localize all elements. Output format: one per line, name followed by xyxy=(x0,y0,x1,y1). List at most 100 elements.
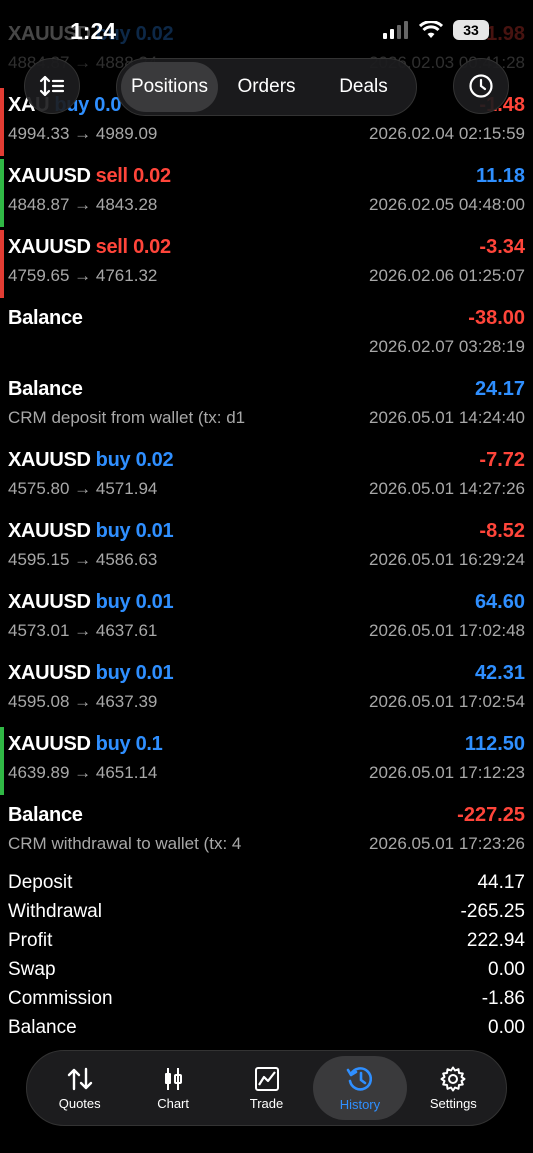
summary-label: Balance xyxy=(8,1017,77,1038)
tab-quotes-label: Quotes xyxy=(58,1095,101,1111)
history-summary: Deposit 44.17 Withdrawal -265.25 Profit 222.9… xyxy=(0,870,533,1044)
row-title: XAUUSD buy 0.01 xyxy=(8,662,174,685)
tab-history[interactable]: History xyxy=(313,1056,407,1120)
balance-row[interactable]: Balance -227.25 CRM withdrawal to wallet (… xyxy=(0,796,533,867)
trade-icon xyxy=(254,1066,279,1091)
row-detail: 4848.87 → 4843.28 xyxy=(8,195,158,214)
history-tabs: Positions Orders Deals xyxy=(116,58,417,116)
trade-row[interactable]: XAUUSD buy 0.1 112.50 4639.89 → 4651.14 2026… xyxy=(0,725,533,796)
row-side: buy 0.01 xyxy=(95,591,174,613)
row-symbol: XAUUSD xyxy=(8,449,91,471)
row-symbol: XAUUSD xyxy=(8,165,91,187)
row-symbol: XAUUSD xyxy=(8,236,91,258)
row-title: XAUUSD buy 0.02 xyxy=(8,449,174,472)
row-symbol: Balance xyxy=(8,307,83,329)
row-time: 2026.02.07 03:28:19 xyxy=(369,337,525,356)
row-detail: 4595.15 → 4586.63 xyxy=(8,550,158,569)
tab-orders[interactable]: Orders xyxy=(218,62,315,112)
summary-value: -1.86 xyxy=(481,988,525,1009)
red-result-bar xyxy=(0,230,4,298)
row-title: XAUUSD buy 0.1 xyxy=(8,733,163,756)
settings-icon xyxy=(440,1066,466,1091)
row-side: buy 0.01 xyxy=(95,662,174,684)
row-time: 2026.02.05 04:48:00 xyxy=(369,195,525,214)
row-value: -7.72 xyxy=(479,449,525,471)
history-top-bar: Positions Orders Deals xyxy=(0,56,533,120)
row-time: 2026.02.04 02:15:59 xyxy=(369,124,525,143)
row-detail: 4573.01 → 4637.61 xyxy=(8,621,158,640)
row-title: Balance xyxy=(8,307,83,330)
summary-row: Balance 0.00 xyxy=(0,1015,533,1044)
summary-value: 0.00 xyxy=(488,1017,525,1038)
row-detail: CRM deposit from wallet (tx: d1 xyxy=(8,408,246,427)
row-value: -38.00 xyxy=(468,307,525,329)
tab-deals[interactable]: Deals xyxy=(315,62,412,112)
summary-label: Swap xyxy=(8,959,56,980)
row-value: 42.31 xyxy=(474,662,525,684)
green-result-bar xyxy=(0,159,4,227)
row-title: XAUUSD sell 0.02 xyxy=(8,165,171,188)
trade-row[interactable]: XAUUSD sell 0.02 -3.34 4759.65 → 4761.32 202… xyxy=(0,228,533,299)
balance-row[interactable]: Balance 24.17 CRM deposit from wallet (tx:… xyxy=(0,370,533,441)
row-time: 2026.05.01 14:27:26 xyxy=(369,479,525,498)
balance-row[interactable]: Balance -38.00 2026.02.07 03:28:19 xyxy=(0,299,533,370)
clock-icon xyxy=(469,74,493,98)
history-list: XAU buy 0.0 -1.48 4994.33 → 4989.09 2026.02.… xyxy=(0,86,533,867)
summary-row: Swap 0.00 xyxy=(0,957,533,986)
row-detail: 4994.33 → 4989.09 xyxy=(8,124,158,143)
tab-history-label: History xyxy=(339,1096,381,1112)
trade-row[interactable]: XAUUSD buy 0.01 42.31 4595.08 → 4637.39 2026… xyxy=(0,654,533,725)
tab-trade[interactable]: Trade xyxy=(220,1056,313,1120)
row-symbol: XAUUSD xyxy=(8,591,91,613)
row-detail: 4639.89 → 4651.14 xyxy=(8,763,158,782)
row-symbol: XAUUSD xyxy=(8,520,91,542)
status-icons: 33 xyxy=(383,20,489,40)
row-time: 2026.05.01 16:29:24 xyxy=(369,550,525,569)
quotes-icon xyxy=(67,1067,92,1090)
row-symbol: XAUUSD xyxy=(8,733,91,755)
row-detail: 4575.80 → 4571.94 xyxy=(8,479,158,498)
summary-label: Deposit xyxy=(8,872,73,893)
tab-chart-label: Chart xyxy=(157,1095,189,1111)
row-symbol: Balance xyxy=(8,378,83,400)
summary-row: Commission -1.86 xyxy=(0,986,533,1015)
row-symbol: XAUUSD xyxy=(8,662,91,684)
tab-chart[interactable]: Chart xyxy=(126,1056,219,1120)
trade-row[interactable]: XAUUSD sell 0.02 11.18 4848.87 → 4843.28 202… xyxy=(0,157,533,228)
row-title: Balance xyxy=(8,804,83,827)
row-title: XAUUSD buy 0.01 xyxy=(8,591,174,614)
battery-indicator: 33 xyxy=(453,20,489,40)
status-bar: 1:24 33 xyxy=(0,0,533,60)
row-time: 2026.02.06 01:25:07 xyxy=(369,266,525,285)
status-time: 1:24 xyxy=(70,18,117,44)
wifi-icon xyxy=(419,21,443,39)
bottom-tab-bar: Quotes Chart Trade History Settings xyxy=(26,1050,507,1126)
tab-settings-label: Settings xyxy=(429,1095,477,1111)
summary-row: Profit 222.94 xyxy=(0,928,533,957)
trade-row[interactable]: XAUUSD buy 0.01 64.60 4573.01 → 4637.61 2026… xyxy=(0,583,533,654)
trade-row[interactable]: XAUUSD buy 0.02 -7.72 4575.80 → 4571.94 2026… xyxy=(0,441,533,512)
chart-icon xyxy=(165,1067,183,1090)
row-detail: CRM withdrawal to wallet (tx: 4 xyxy=(8,834,242,853)
row-side: sell 0.02 xyxy=(95,236,171,258)
period-button[interactable] xyxy=(453,58,509,114)
summary-label: Profit xyxy=(8,930,53,951)
row-value: -3.34 xyxy=(479,236,525,258)
trade-row[interactable]: XAUUSD buy 0.01 -8.52 4595.15 → 4586.63 2026… xyxy=(0,512,533,583)
row-title: XAUUSD buy 0.01 xyxy=(8,520,174,543)
summary-value: -265.25 xyxy=(460,901,525,922)
row-title: Balance xyxy=(8,378,83,401)
tab-settings[interactable]: Settings xyxy=(407,1056,500,1120)
sort-button[interactable] xyxy=(24,58,80,114)
summary-label: Withdrawal xyxy=(8,901,102,922)
row-title: XAUUSD sell 0.02 xyxy=(8,236,171,259)
row-value: -8.52 xyxy=(479,520,525,542)
tab-quotes[interactable]: Quotes xyxy=(33,1056,126,1120)
row-detail: 4595.08 → 4637.39 xyxy=(8,692,158,711)
row-value: 24.17 xyxy=(474,378,525,400)
row-side: buy 0.01 xyxy=(95,520,174,542)
row-value: 112.50 xyxy=(464,733,525,755)
tab-positions[interactable]: Positions xyxy=(121,62,218,112)
cellular-signal-icon xyxy=(383,21,409,39)
row-detail: 4759.65 → 4761.32 xyxy=(8,266,158,285)
